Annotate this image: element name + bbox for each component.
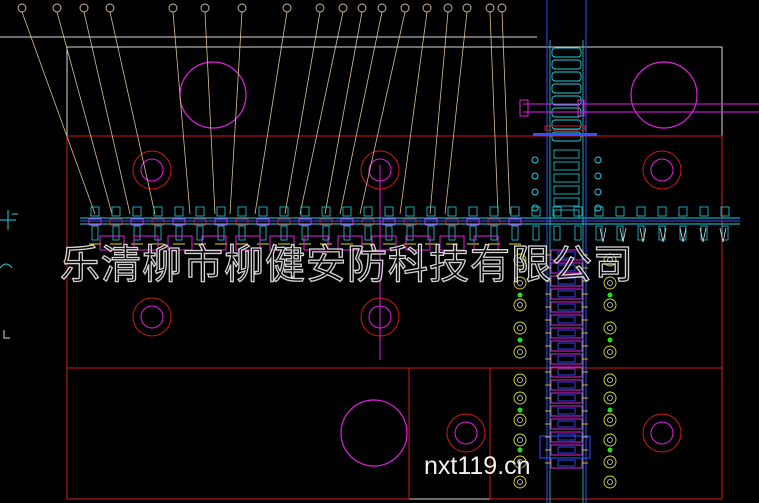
leader-line <box>21 11 96 215</box>
company-watermark: 乐清柳市柳健安防科技有限公司 <box>59 241 634 288</box>
part-balloon[interactable] <box>422 3 432 13</box>
part-balloon[interactable] <box>105 3 115 13</box>
part-balloon[interactable] <box>357 3 367 13</box>
leader-line <box>359 11 406 215</box>
leader-line <box>254 11 288 215</box>
pilot-pins <box>513 156 617 489</box>
left-edge-symbols <box>0 210 18 339</box>
leader-line <box>83 11 131 215</box>
leader-line <box>284 11 321 215</box>
leader-line <box>501 11 511 215</box>
part-balloon[interactable] <box>443 3 453 13</box>
leader-line <box>429 11 449 215</box>
leader-line <box>56 11 113 215</box>
leader-line <box>109 11 156 215</box>
part-balloon[interactable] <box>377 3 387 13</box>
part-balloon[interactable] <box>17 3 27 13</box>
guide-circle-top-left <box>179 61 247 129</box>
part-balloon[interactable] <box>168 3 178 13</box>
leader-line <box>299 11 344 215</box>
part-balloon[interactable] <box>485 3 495 13</box>
part-balloon[interactable] <box>462 3 472 13</box>
blue-stopper <box>533 133 597 136</box>
guide-circle-bottom-left <box>340 399 408 467</box>
leader-line <box>489 11 499 215</box>
part-balloon[interactable] <box>282 3 292 13</box>
part-balloon[interactable] <box>400 3 410 13</box>
leader-line <box>324 11 363 215</box>
part-balloon[interactable] <box>497 3 507 13</box>
part-balloon[interactable] <box>338 3 348 13</box>
part-balloon[interactable] <box>200 3 210 13</box>
part-balloons[interactable] <box>17 3 507 13</box>
leader-line <box>204 11 216 215</box>
leader-line <box>399 11 428 215</box>
guide-circle-top-right <box>630 61 698 129</box>
leader-line <box>339 11 383 215</box>
lower-left-plate <box>66 367 410 500</box>
part-balloon[interactable] <box>237 3 247 13</box>
leader-line <box>172 11 191 215</box>
part-balloon[interactable] <box>52 3 62 13</box>
part-balloon[interactable] <box>79 3 89 13</box>
pillar-circles <box>132 150 682 453</box>
site-watermark: nxt119.cn <box>424 452 531 480</box>
part-balloon[interactable] <box>315 3 325 13</box>
leader-lines <box>21 11 511 215</box>
leader-line <box>444 11 468 215</box>
